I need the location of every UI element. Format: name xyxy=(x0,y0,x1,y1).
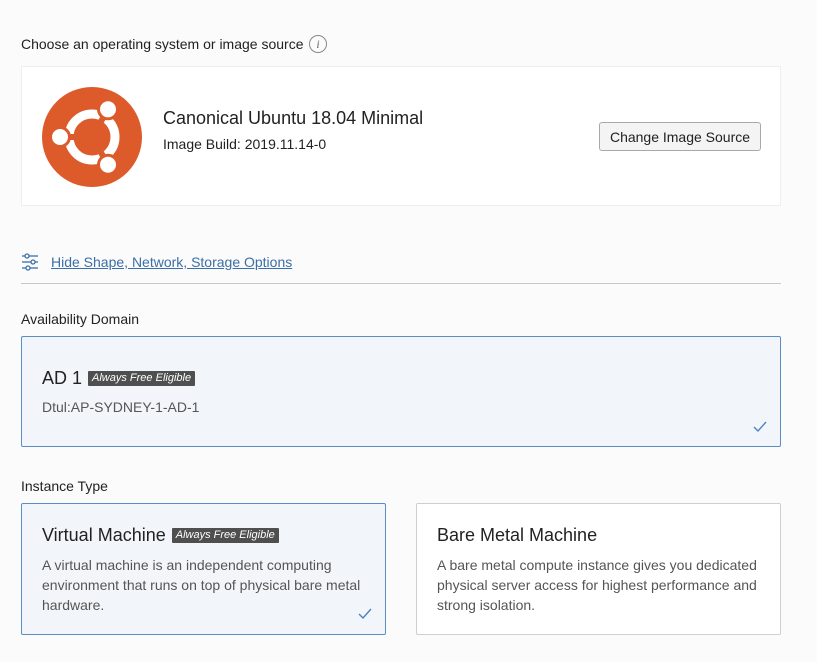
bare-metal-card[interactable]: Bare Metal Machine A bare metal compute … xyxy=(416,503,781,635)
image-source-label: Choose an operating system or image sour… xyxy=(21,36,304,52)
ad-title: AD 1 xyxy=(42,368,83,388)
instance-type-label: Instance Type xyxy=(21,478,108,494)
hide-options-link[interactable]: Hide Shape, Network, Storage Options xyxy=(51,254,292,270)
always-free-badge: Always Free Eligible xyxy=(88,371,196,386)
bm-title: Bare Metal Machine xyxy=(437,525,598,545)
availability-domain-card[interactable]: AD 1 Always Free Eligible Dtul:AP-SYDNEY-… xyxy=(21,336,781,447)
bm-description: A bare metal compute instance gives you … xyxy=(437,557,757,613)
ad-title-row: AD 1 Always Free Eligible xyxy=(42,368,196,389)
check-icon xyxy=(753,421,767,433)
check-icon xyxy=(358,608,372,620)
sliders-icon xyxy=(22,253,38,271)
ubuntu-logo xyxy=(42,87,142,187)
vm-title: Virtual Machine xyxy=(42,525,166,545)
availability-domain-label: Availability Domain xyxy=(21,311,140,327)
info-icon[interactable]: i xyxy=(309,35,327,53)
image-title: Canonical Ubuntu 18.04 Minimal xyxy=(163,108,424,128)
image-build: Image Build: 2019.11.14-0 xyxy=(163,136,327,152)
vm-description: A virtual machine is an independent comp… xyxy=(42,557,361,613)
always-free-badge: Always Free Eligible xyxy=(171,528,279,543)
ad-subtitle: Dtul:AP-SYDNEY-1-AD-1 xyxy=(42,399,200,415)
change-image-source-button[interactable]: Change Image Source xyxy=(599,122,761,151)
virtual-machine-card[interactable]: Virtual Machine Always Free Eligible A vi… xyxy=(21,503,386,635)
section-divider xyxy=(21,283,781,284)
image-source-card: Canonical Ubuntu 18.04 Minimal Image Bui… xyxy=(21,66,781,206)
vm-title-row: Virtual Machine Always Free Eligible xyxy=(42,525,279,546)
